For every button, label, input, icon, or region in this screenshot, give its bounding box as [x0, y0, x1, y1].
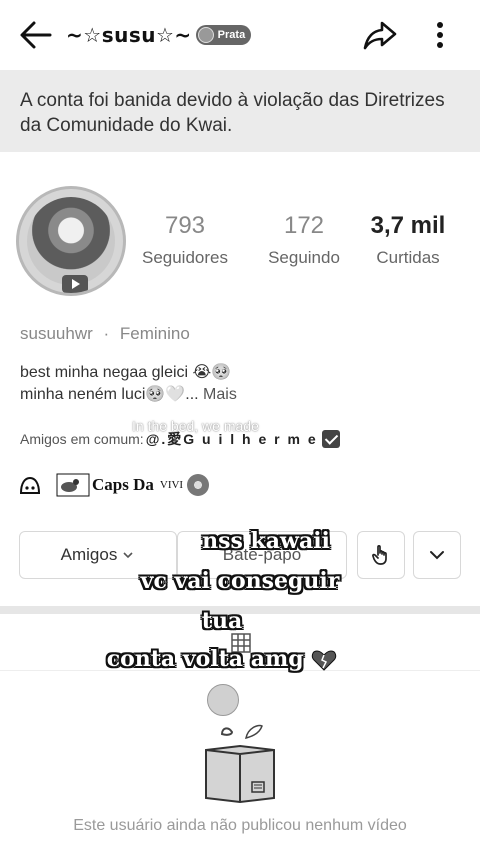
profile-meta: susuuhwr · Feminino — [20, 324, 190, 344]
following-stat[interactable]: 172 Seguindo — [249, 212, 359, 268]
group-name-sup: VIVI — [159, 479, 184, 491]
badge-label: Prata — [217, 29, 246, 41]
meta-separator: · — [103, 324, 110, 343]
level-badge: Prata — [195, 25, 252, 45]
family-tag-icon[interactable] — [18, 473, 42, 497]
more-options-icon[interactable] — [426, 18, 454, 52]
bio-more-link[interactable]: Mais — [203, 386, 237, 403]
following-label: Seguindo — [268, 248, 340, 267]
bio-line-2-wrap: minha neném luci🥺🤍... Mais — [20, 384, 237, 406]
group-image-icon[interactable] — [56, 473, 90, 497]
chevron-down-icon — [430, 551, 444, 560]
broken-heart-icon — [312, 650, 337, 671]
followers-stat[interactable]: 793 Seguidores — [130, 212, 240, 268]
profile-title-wrap: ~☆susu☆~ Prata — [66, 20, 252, 50]
likes-stat[interactable]: 3,7 mil Curtidas — [353, 212, 463, 268]
share-icon[interactable] — [362, 18, 398, 52]
tab-underline — [0, 670, 480, 671]
flower-icon — [187, 474, 210, 496]
followers-count: 793 — [164, 212, 206, 239]
video-play-icon — [62, 275, 88, 293]
overlay-lyric-text: In the bed, we made — [132, 418, 259, 434]
grid-icon[interactable] — [230, 632, 252, 654]
bio: best minha negaa gleici 😭🥺 minha neném l… — [20, 362, 237, 406]
avatar[interactable] — [16, 186, 126, 296]
gender: Feminino — [119, 324, 190, 343]
hand-pointer-icon — [372, 545, 387, 565]
chevron-down-icon — [123, 552, 133, 559]
tags-row: Caps Da VIVI — [18, 470, 210, 500]
following-count: 172 — [283, 212, 325, 239]
ban-notice-banner: A conta foi banida devido à violação das… — [0, 70, 480, 152]
badge-coin-icon — [197, 27, 214, 43]
bio-line-2: minha neném luci🥺🤍... — [20, 386, 199, 403]
username: susuuhwr — [20, 324, 93, 343]
back-arrow-icon[interactable] — [18, 18, 54, 52]
sad-face-icon — [207, 684, 239, 716]
friends-button[interactable]: Amigos — [19, 531, 177, 579]
poke-button[interactable] — [357, 531, 405, 579]
top-bar: ~☆susu☆~ Prata — [0, 0, 480, 70]
avatar-image — [27, 197, 115, 285]
group-name[interactable]: Caps Da — [92, 475, 154, 495]
mutual-friends-label: Amigos em comum: — [20, 431, 144, 447]
empty-state-message: Este usuário ainda não publicou nenhum v… — [73, 817, 407, 834]
likes-label: Curtidas — [376, 248, 440, 267]
empty-box-icon — [205, 724, 275, 804]
profile-title: ~☆susu☆~ — [66, 23, 192, 47]
chat-button[interactable]: Bate-papo — [177, 531, 347, 579]
more-actions-button[interactable] — [413, 531, 461, 579]
bio-line-1: best minha negaa gleici 😭🥺 — [20, 364, 232, 381]
followers-label: Seguidores — [141, 248, 228, 267]
section-divider — [0, 606, 480, 614]
check-box-icon — [321, 430, 340, 448]
overlay-caption-line-4: conta volta amg — [106, 646, 304, 672]
likes-count: 3,7 mil — [370, 212, 446, 239]
friends-button-label: Amigos — [60, 545, 118, 564]
